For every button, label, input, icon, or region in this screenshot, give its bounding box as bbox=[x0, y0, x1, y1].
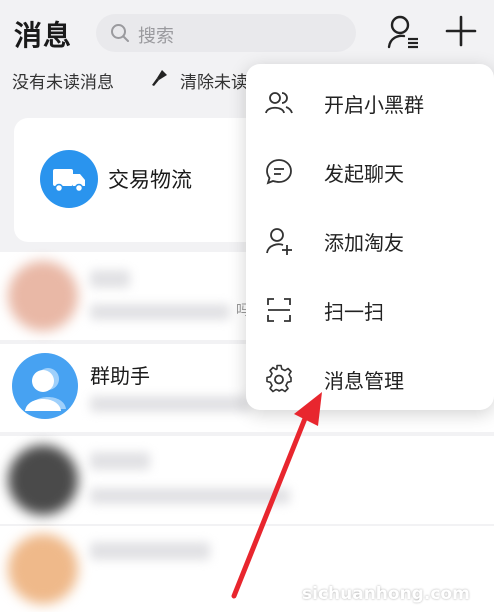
menu-item-label: 发起聊天 bbox=[324, 162, 404, 186]
menu-item-label: 添加淘友 bbox=[324, 231, 404, 255]
blurred-text bbox=[90, 542, 210, 560]
blurred-text bbox=[90, 452, 150, 470]
group-helper-label: 群助手 bbox=[90, 364, 150, 388]
truck-icon bbox=[40, 150, 98, 208]
menu-item-label: 开启小黑群 bbox=[324, 93, 424, 117]
blurred-text bbox=[90, 396, 250, 412]
search-icon bbox=[111, 24, 129, 42]
scan-icon bbox=[267, 298, 291, 322]
contacts-icon[interactable] bbox=[386, 14, 420, 50]
menu-item-start-chat[interactable]: 发起聊天 bbox=[246, 143, 494, 199]
group-icon bbox=[265, 92, 293, 114]
search-placeholder: 搜索 bbox=[138, 26, 174, 47]
broom-icon bbox=[152, 70, 167, 86]
watermark-seal: 悦娱 bbox=[414, 570, 447, 589]
avatar bbox=[8, 534, 78, 604]
menu-item-open-black-group[interactable]: 开启小黑群 bbox=[246, 74, 494, 130]
avatar bbox=[8, 445, 78, 515]
plus-icon[interactable] bbox=[444, 14, 478, 48]
avatar bbox=[8, 261, 78, 331]
plus-popup-menu: 开启小黑群 发起聊天 添加淘友 扫一扫 消息管理 bbox=[246, 64, 494, 410]
group-helper-avatar bbox=[12, 353, 78, 419]
page-title: 消息 bbox=[14, 19, 73, 52]
search-bar[interactable]: 搜索 bbox=[96, 14, 356, 52]
clear-unread-label: 清除未读 bbox=[180, 73, 248, 93]
unread-status: 没有未读消息 bbox=[12, 73, 114, 93]
chat-bubble-icon bbox=[266, 159, 292, 185]
logistics-label: 交易物流 bbox=[108, 168, 192, 192]
menu-item-scan[interactable]: 扫一扫 bbox=[246, 281, 494, 337]
add-friend-icon bbox=[266, 228, 292, 255]
red-arrow-annotation bbox=[231, 392, 322, 599]
blurred-text bbox=[90, 304, 230, 320]
blurred-text bbox=[90, 270, 130, 288]
menu-item-label: 扫一扫 bbox=[324, 300, 384, 324]
menu-item-add-friend[interactable]: 添加淘友 bbox=[246, 212, 494, 268]
